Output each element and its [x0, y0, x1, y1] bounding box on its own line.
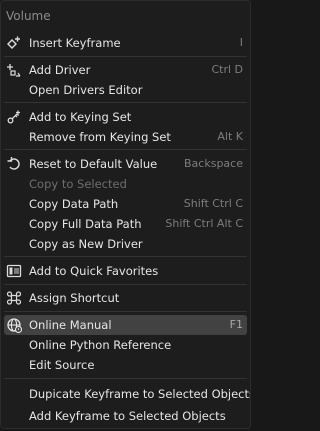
menu-item-label: Assign Shortcut: [29, 291, 120, 305]
driver-icon: [6, 62, 22, 78]
menu-item-label: Insert Keyframe: [29, 36, 121, 50]
menu-item-copy-as-new-driver[interactable]: Copy as New Driver: [4, 234, 247, 254]
menu-item-label: Remove from Keying Set: [29, 130, 171, 144]
menu-item-label: Copy to Selected: [29, 177, 127, 191]
quick-favorites-icon: [6, 263, 22, 279]
menu-separator: [4, 378, 247, 379]
menu-separator: [4, 102, 247, 103]
menu-item-shortcut: Alt K: [217, 130, 243, 143]
menu-item-add-to-quick-favorites[interactable]: Add to Quick Favorites: [4, 261, 247, 281]
menu-item-add-keyframe-to-selected[interactable]: Add Keyframe to Selected Objects: [4, 406, 247, 426]
menu-item-shortcut: I: [239, 36, 243, 49]
menu-item-label: Add to Keying Set: [29, 110, 132, 124]
menu-separator: [4, 284, 247, 285]
menu-item-duplicate-keyframe-to-selected[interactable]: Dupicate Keyframe to Selected Objects: [4, 384, 250, 404]
keying-set-icon: [6, 109, 22, 125]
menu-item-shortcut: Backspace: [184, 157, 243, 170]
menu-item-copy-full-data-path[interactable]: Copy Full Data Path Shift Ctrl Alt C: [4, 214, 247, 234]
menu-item-label: Copy as New Driver: [29, 237, 143, 251]
menu-item-remove-from-keying-set[interactable]: Remove from Keying Set Alt K: [4, 127, 247, 147]
globe-help-icon: [6, 317, 22, 333]
command-key-icon: [6, 290, 22, 306]
menu-item-label: Copy Full Data Path: [29, 217, 142, 231]
menu-item-shortcut: Shift Ctrl Alt C: [165, 217, 243, 230]
keyframe-add-icon: [6, 35, 22, 51]
menu-item-online-python-reference[interactable]: Online Python Reference: [4, 335, 247, 355]
menu-item-label: Copy Data Path: [29, 197, 119, 211]
menu-item-label: Add Driver: [29, 63, 91, 77]
menu-item-assign-shortcut[interactable]: Assign Shortcut: [4, 288, 247, 308]
menu-item-copy-data-path[interactable]: Copy Data Path Shift Ctrl C: [4, 194, 247, 214]
context-menu: Volume Insert Keyframe I Add Driver Ctrl…: [0, 0, 251, 429]
menu-item-label: Reset to Default Value: [29, 157, 158, 171]
menu-item-label: Edit Source: [29, 358, 95, 372]
menu-item-label: Open Drivers Editor: [29, 83, 143, 97]
menu-item-edit-source[interactable]: Edit Source: [4, 355, 247, 375]
menu-item-reset-to-default[interactable]: Reset to Default Value Backspace: [4, 154, 247, 174]
menu-item-add-to-keying-set[interactable]: Add to Keying Set: [4, 107, 247, 127]
menu-item-insert-keyframe[interactable]: Insert Keyframe I: [4, 33, 247, 53]
menu-separator: [4, 256, 247, 257]
menu-item-copy-to-selected: Copy to Selected: [4, 174, 247, 194]
menu-separator: [4, 311, 247, 312]
menu-item-label: Add Keyframe to Selected Objects: [29, 409, 226, 423]
menu-item-label: Online Manual: [29, 318, 112, 332]
menu-item-label: Online Python Reference: [29, 338, 172, 352]
menu-item-shortcut: Ctrl D: [211, 63, 243, 76]
reset-icon: [6, 156, 22, 172]
menu-title: Volume: [6, 9, 51, 23]
menu-item-shortcut: Shift Ctrl C: [183, 197, 243, 210]
menu-item-add-driver[interactable]: Add Driver Ctrl D: [4, 60, 247, 80]
menu-separator: [4, 149, 247, 150]
menu-item-label: Add to Quick Favorites: [29, 264, 159, 278]
menu-separator: [4, 56, 247, 57]
menu-item-open-drivers-editor[interactable]: Open Drivers Editor: [4, 80, 247, 100]
menu-item-label: Dupicate Keyframe to Selected Objects: [29, 387, 251, 401]
menu-item-shortcut: F1: [229, 318, 243, 331]
menu-item-online-manual[interactable]: Online Manual F1: [4, 315, 247, 335]
